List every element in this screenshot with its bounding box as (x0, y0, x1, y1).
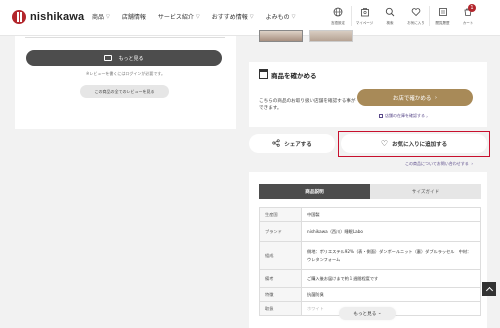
search-icon (384, 6, 396, 18)
chevron-up-icon (485, 286, 493, 295)
all-reviews-button[interactable]: この商品の全てのレビューを見る (80, 85, 169, 98)
cart-button[interactable]: 1 カート (455, 4, 481, 26)
store-icon (259, 69, 268, 79)
heart-icon: ♡ (380, 138, 389, 148)
add-to-favorites-label: お気に入りに追加する (392, 141, 448, 148)
hicon-label: カート (462, 21, 474, 25)
nav-item-label: おすすめ情報 (211, 14, 248, 21)
table-row: 生産国 中国製 (259, 207, 481, 222)
tab-size-guide[interactable]: サイズガイド (370, 184, 481, 199)
nav-item-label: サービス紹介 (157, 14, 194, 21)
nav-item-products[interactable]: 商品 ▽ (92, 12, 110, 22)
brand-name: nishikawa (30, 11, 85, 23)
table-row: 特徴 抗菌防臭 (259, 287, 481, 302)
cart-count-badge: 1 (468, 4, 476, 12)
mypage-icon (359, 6, 371, 18)
store-stock-link-label: 店舗の在庫を確認する (385, 113, 425, 118)
nav-item-label: 店舗情報 (121, 14, 146, 21)
favorites-button[interactable]: お気に入り (403, 6, 429, 26)
nav-item-label: 商品 (92, 14, 105, 21)
store-stock-link[interactable]: 店舗の在庫を確認する › (379, 113, 428, 119)
hicon-label: マイページ (355, 21, 374, 25)
history-button[interactable]: 閲覧履歴 (429, 6, 455, 26)
share-label: シェアする (284, 141, 312, 148)
hicon-label: お気に入り (407, 21, 425, 25)
chevron-down-icon: ⌄ (376, 311, 382, 316)
store-check-title-text: 商品を確かめる (271, 72, 317, 80)
spec-value: 中国製 (301, 207, 481, 222)
table-row: ブランド nishikawa（西川）睡眠Labo (259, 221, 481, 242)
details-more-button[interactable]: もっと見る ⌄ (339, 307, 396, 320)
table-row: 備考 ご購入後お届けまで約１週間程度です (259, 269, 481, 288)
table-row: 組成 側地：ポリエステル92%（表・側面）ダンボールニット（裏）ダブルラッセル … (259, 241, 481, 270)
nav-item-label: よみもの (265, 14, 290, 21)
product-inquiry-link[interactable]: この商品についてお問い合わせする › (405, 161, 473, 167)
add-to-favorites-button[interactable]: ♡ お気に入りに追加する (341, 134, 487, 153)
hicon-label: 検索 (386, 21, 394, 25)
check-in-store-button[interactable]: お店で確かめる › (357, 89, 473, 106)
tab-product-description[interactable]: 商品説明 (259, 184, 370, 199)
chevron-right-icon: › (425, 113, 428, 119)
spec-key: 組成 (259, 241, 302, 270)
mypage-button[interactable]: マイページ (351, 6, 377, 26)
heart-icon (410, 6, 422, 18)
share-button[interactable]: シェアする (249, 134, 335, 153)
chevron-right-icon: › (470, 161, 473, 166)
spec-value: 抗菌防臭 (301, 287, 481, 302)
spec-value: 側地：ポリエステル92%（表・側面）ダンボールニット（裏）ダブルラッセル 中材：… (301, 241, 481, 270)
site-header: nishikawa 商品 ▽ 店舗情報 サービス紹介 ▽ おすすめ情報 ▽ よみ… (0, 0, 500, 36)
header-icons: 言語設定 マイページ 検索 お気に入り 閲覧履歴 1 カート (325, 4, 481, 26)
spec-key: 取扱 (259, 301, 302, 316)
login-note: ※レビューを書くにはログインが必要です。 (86, 71, 165, 76)
nav-item-stores[interactable]: 店舗情報 (122, 12, 146, 21)
nav-item-reading[interactable]: よみもの ▽ (265, 12, 296, 22)
details-more-label: もっと見る (353, 311, 377, 317)
brand-logo[interactable]: nishikawa (12, 10, 84, 24)
back-to-top-button[interactable] (482, 282, 496, 296)
external-link-icon (379, 114, 383, 118)
globe-icon (332, 6, 344, 18)
spec-key: 生産国 (259, 207, 302, 222)
share-icon (272, 138, 280, 149)
hicon-label: 言語設定 (331, 21, 345, 25)
nav-item-recommended[interactable]: おすすめ情報 ▽ (211, 12, 254, 22)
spec-value: nishikawa（西川）睡眠Labo (301, 221, 481, 242)
chevron-down-icon: ▽ (291, 13, 296, 20)
reviews-more-button[interactable]: もっと見る (26, 50, 222, 66)
nav-item-services[interactable]: サービス紹介 ▽ (157, 12, 200, 22)
check-in-store-label: お店で確かめる (392, 95, 432, 102)
store-check-title: 商品を確かめる (259, 69, 317, 80)
message-icon (104, 55, 113, 61)
history-icon (437, 6, 449, 18)
spec-key: ブランド (259, 221, 302, 242)
thumbnail-image[interactable] (309, 30, 353, 42)
spec-value: ご購入後お届けまで約１週間程度です (301, 269, 481, 288)
main-nav: 商品 ▽ 店舗情報 サービス紹介 ▽ おすすめ情報 ▽ よみもの ▽ (92, 12, 308, 22)
chevron-down-icon: ▽ (195, 13, 200, 20)
spec-key: 備考 (259, 269, 302, 288)
product-inquiry-label: この商品についてお問い合わせする (405, 161, 469, 166)
hicon-label: 閲覧履歴 (435, 21, 450, 25)
reviews-more-label: もっと見る (118, 55, 144, 62)
thumbnail-image[interactable] (259, 30, 303, 42)
product-thumbnails (259, 30, 359, 42)
chevron-down-icon: ▽ (249, 13, 254, 20)
search-button[interactable]: 検索 (377, 6, 403, 26)
language-button[interactable]: 言語設定 (325, 6, 351, 26)
store-check-description: こちらの商品のお取り扱い店舗を確認する事ができます。 (259, 99, 356, 112)
details-tabs: 商品説明 サイズガイド (259, 184, 481, 199)
spec-table: 生産国 中国製 ブランド nishikawa（西川）睡眠Labo 組成 側地：ポ… (259, 207, 481, 316)
chevron-down-icon: ▽ (106, 13, 110, 20)
store-check-panel: 商品を確かめる こちらの商品のお取り扱い店舗を確認する事ができます。 お店で確か… (249, 62, 487, 127)
spec-key: 特徴 (259, 287, 302, 302)
divider (25, 37, 225, 38)
logo-mark-icon (12, 10, 26, 24)
chevron-right-icon: › (431, 94, 438, 101)
